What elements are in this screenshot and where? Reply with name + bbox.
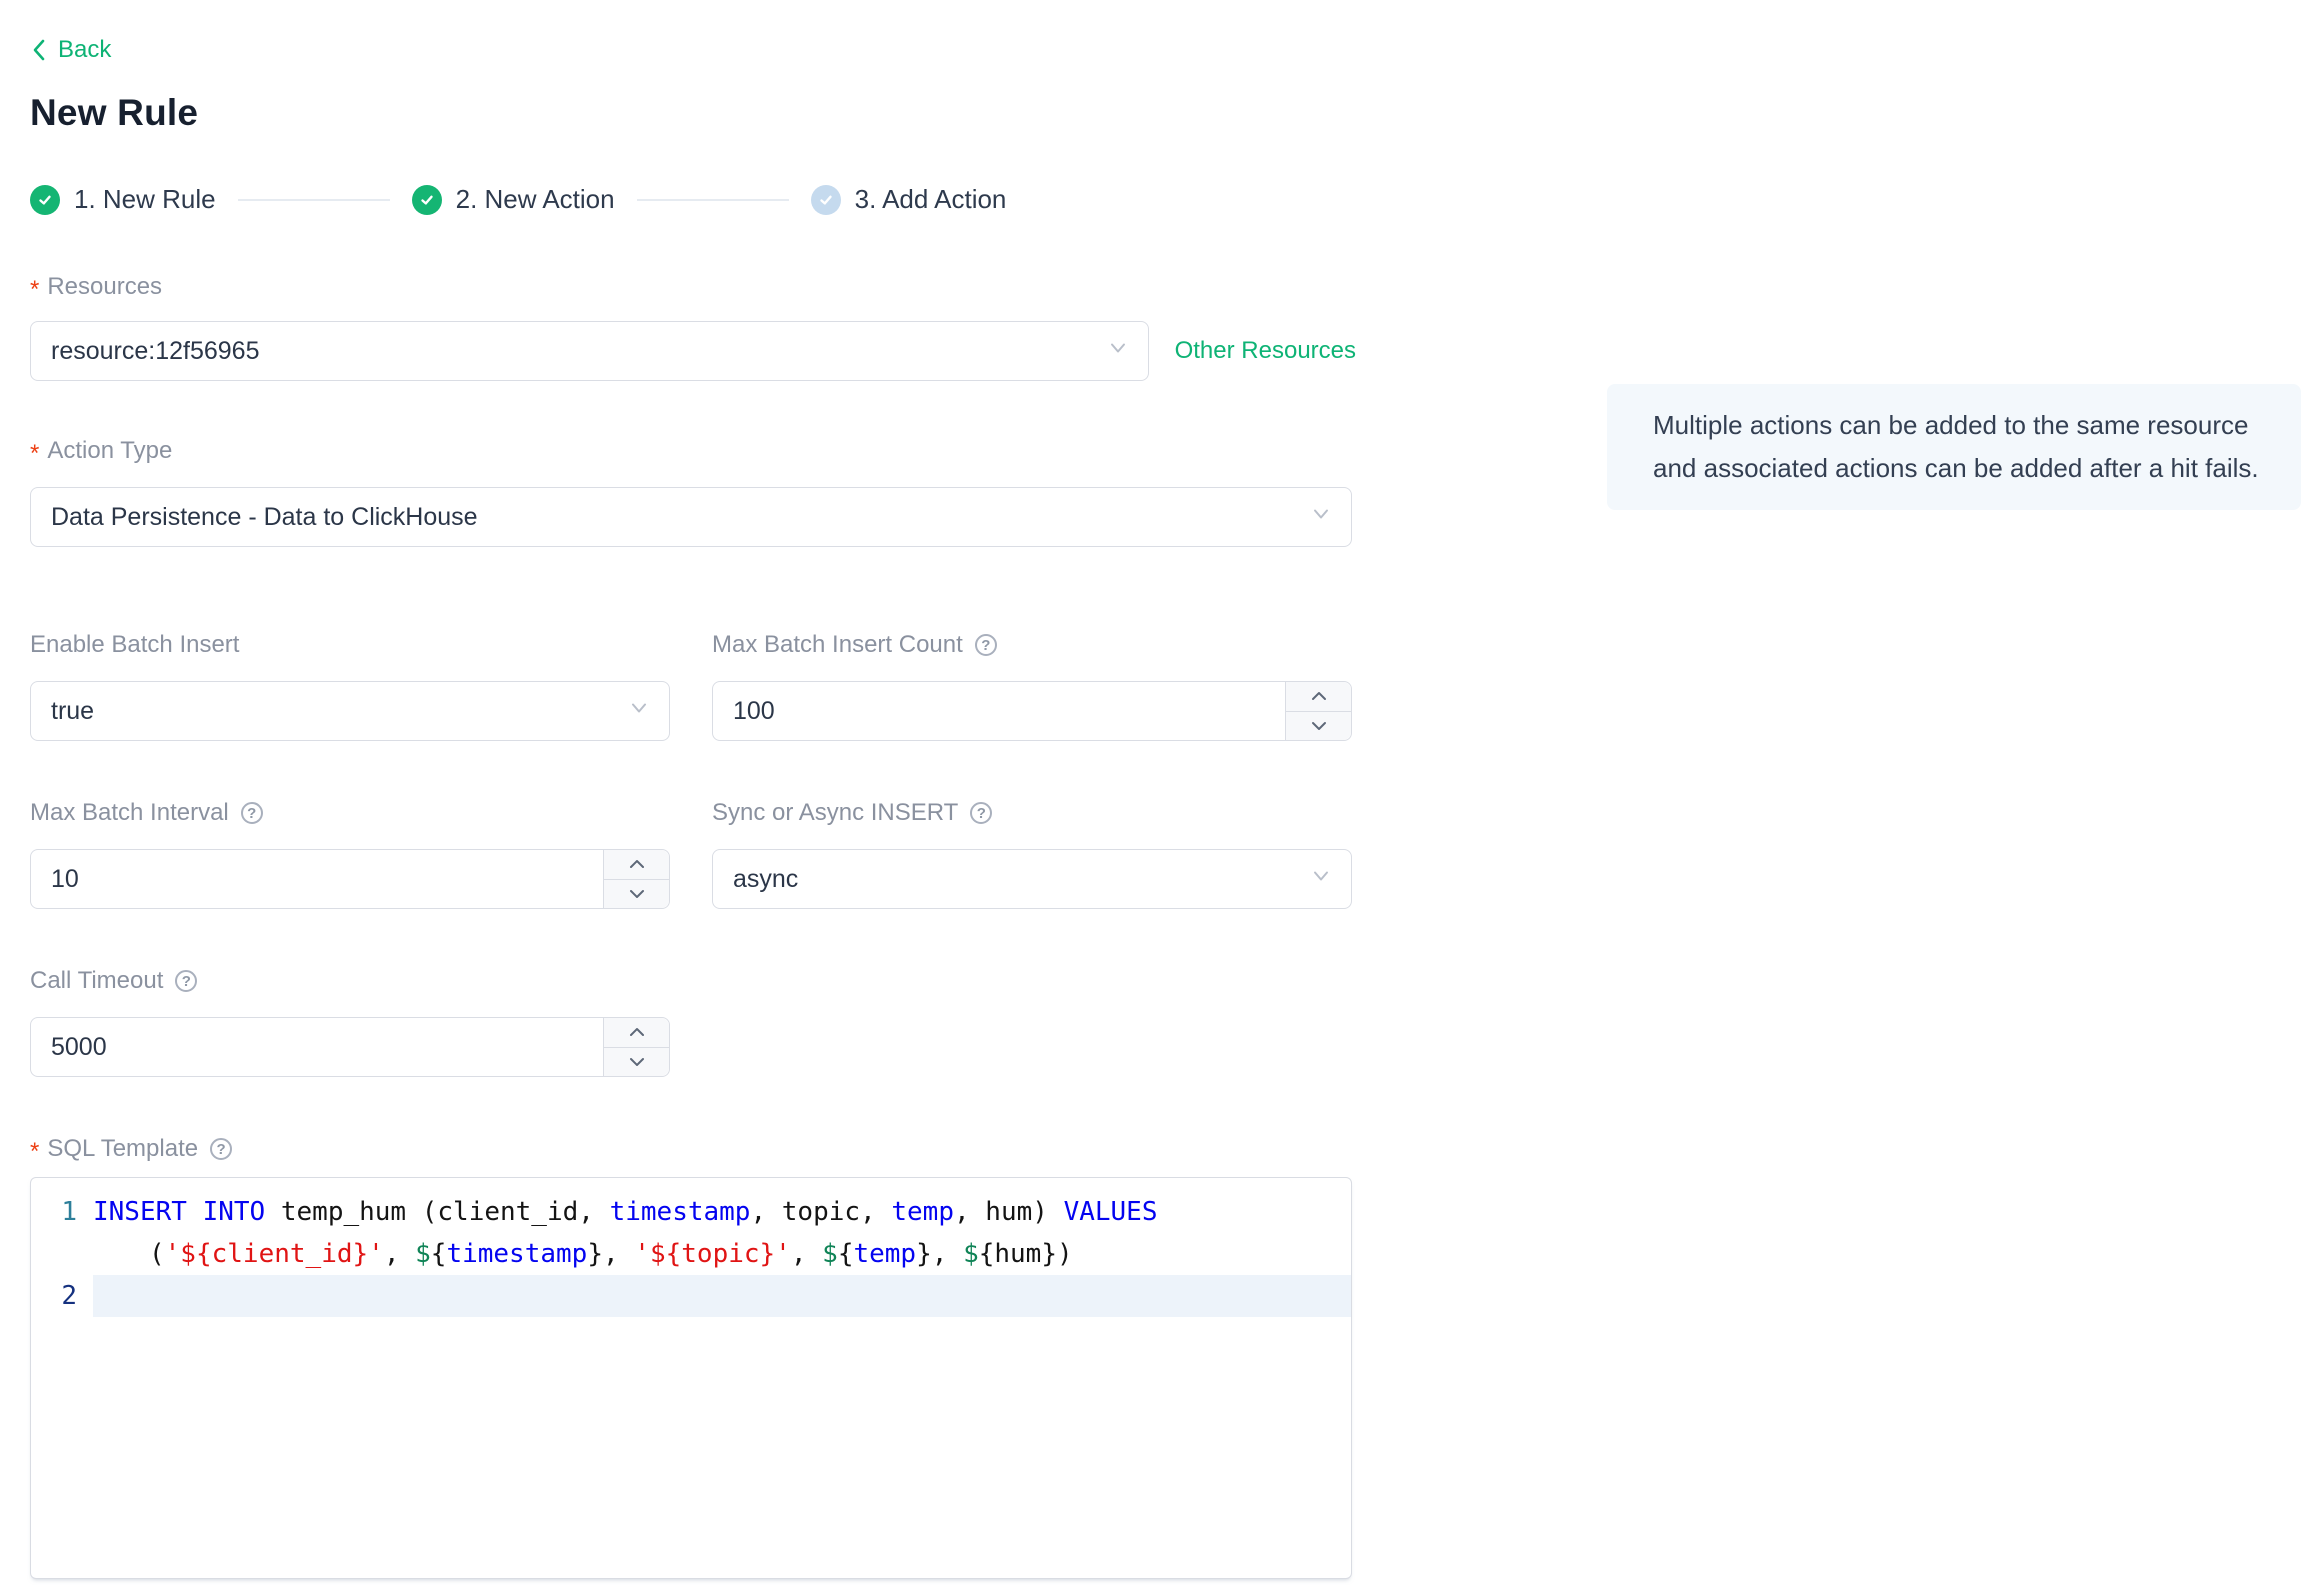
help-icon[interactable]: ?	[970, 802, 993, 824]
sync-async-select[interactable]: async	[712, 849, 1352, 909]
help-icon[interactable]: ?	[240, 802, 263, 824]
step-connector	[237, 198, 390, 201]
step-connector	[636, 198, 789, 201]
chevron-up-icon	[1311, 692, 1326, 701]
code-row: ('${client_id}', ${timestamp}, '${topic}…	[31, 1233, 1351, 1275]
resources-row: resource:12f56965 Other Resources	[30, 321, 1356, 381]
sql-template-editor[interactable]: 1 INSERT INTO temp_hum (client_id, timest…	[30, 1177, 1352, 1579]
line-number: 1	[61, 1197, 77, 1227]
chevron-up-icon	[629, 860, 644, 869]
enable-batch-label: Enable Batch Insert	[30, 631, 240, 658]
call-timeout-input-wrap	[30, 1017, 670, 1077]
chevron-down-icon	[1311, 721, 1326, 730]
number-spinner	[603, 850, 669, 908]
chevron-down-icon	[629, 1057, 644, 1066]
check-circle-icon	[30, 184, 60, 215]
code-line: INSERT INTO temp_hum (client_id, timesta…	[93, 1197, 1158, 1227]
check-circle-icon	[810, 184, 841, 215]
number-spinner	[1285, 682, 1351, 740]
info-panel: Multiple actions can be added to the sam…	[1607, 384, 2301, 510]
resources-select-value: resource:12f56965	[51, 336, 260, 365]
step-label: 3. Add Action	[854, 184, 1007, 214]
resources-label: * Resources	[30, 273, 163, 303]
back-label: Back	[58, 36, 112, 63]
max-batch-interval-input[interactable]	[31, 850, 669, 908]
step-1-new-rule: 1. New Rule	[30, 184, 216, 215]
call-timeout-input[interactable]	[31, 1018, 669, 1076]
step-label: 1. New Rule	[74, 184, 216, 214]
action-type-label: * Action Type	[30, 437, 173, 467]
step-2-new-action: 2. New Action	[411, 184, 615, 215]
action-type-select[interactable]: Data Persistence - Data to ClickHouse	[30, 487, 1352, 547]
enable-batch-select-value: true	[51, 696, 95, 725]
code-area: 1 INSERT INTO temp_hum (client_id, timest…	[31, 1178, 1351, 1317]
line-number	[31, 1233, 93, 1275]
max-batch-interval-input-wrap	[30, 849, 670, 909]
help-icon[interactable]: ?	[974, 634, 997, 656]
enable-batch-select[interactable]: true	[30, 681, 670, 741]
decrement-button[interactable]	[604, 1047, 669, 1076]
code-row: 1 INSERT INTO temp_hum (client_id, timest…	[31, 1191, 1351, 1233]
page-title: New Rule	[30, 92, 199, 133]
help-icon[interactable]: ?	[210, 1138, 233, 1160]
chevron-down-icon	[1309, 864, 1333, 895]
line-number: 2	[61, 1281, 77, 1311]
increment-button[interactable]	[604, 850, 669, 880]
sql-template-label: * SQL Template ?	[30, 1135, 1356, 1165]
chevron-down-icon	[1106, 336, 1130, 367]
help-icon[interactable]: ?	[175, 970, 198, 992]
decrement-button[interactable]	[604, 879, 669, 908]
max-batch-count-label: Max Batch Insert Count ?	[712, 631, 1352, 659]
increment-button[interactable]	[1286, 682, 1351, 712]
sync-async-label: Sync or Async INSERT ?	[712, 799, 1352, 827]
required-marker: *	[30, 1138, 40, 1165]
check-circle-icon	[411, 184, 442, 215]
max-batch-count-input-wrap	[712, 681, 1352, 741]
required-marker: *	[30, 276, 40, 303]
step-label: 2. New Action	[455, 184, 615, 214]
call-timeout-label: Call Timeout ?	[30, 967, 1356, 995]
info-panel-text: Multiple actions can be added to the sam…	[1653, 410, 2259, 483]
code-line	[93, 1275, 1351, 1317]
code-line: ('${client_id}', ${timestamp}, '${topic}…	[149, 1239, 1073, 1269]
resources-select[interactable]: resource:12f56965	[30, 321, 1149, 381]
step-3-add-action: 3. Add Action	[810, 184, 1007, 215]
chevron-up-icon	[629, 1028, 644, 1037]
chevron-down-icon	[627, 696, 651, 727]
max-batch-count-input[interactable]	[713, 682, 1351, 740]
new-rule-page: Back New Rule 1. New Rule 2. New Action …	[30, 0, 1356, 1579]
code-row: 2	[31, 1275, 1351, 1317]
max-batch-interval-label: Max Batch Interval ?	[30, 799, 670, 827]
action-type-select-value: Data Persistence - Data to ClickHouse	[51, 502, 478, 531]
chevron-down-icon	[629, 889, 644, 898]
number-spinner	[603, 1018, 669, 1076]
chevron-left-icon	[30, 37, 48, 63]
increment-button[interactable]	[604, 1018, 669, 1048]
decrement-button[interactable]	[1286, 711, 1351, 740]
chevron-down-icon	[1309, 502, 1333, 533]
required-marker: *	[30, 440, 40, 467]
sync-async-select-value: async	[733, 864, 799, 893]
steps-bar: 1. New Rule 2. New Action 3. Add Action	[30, 184, 1356, 215]
other-resources-link[interactable]: Other Resources	[1175, 337, 1356, 365]
back-button[interactable]: Back	[30, 36, 111, 64]
